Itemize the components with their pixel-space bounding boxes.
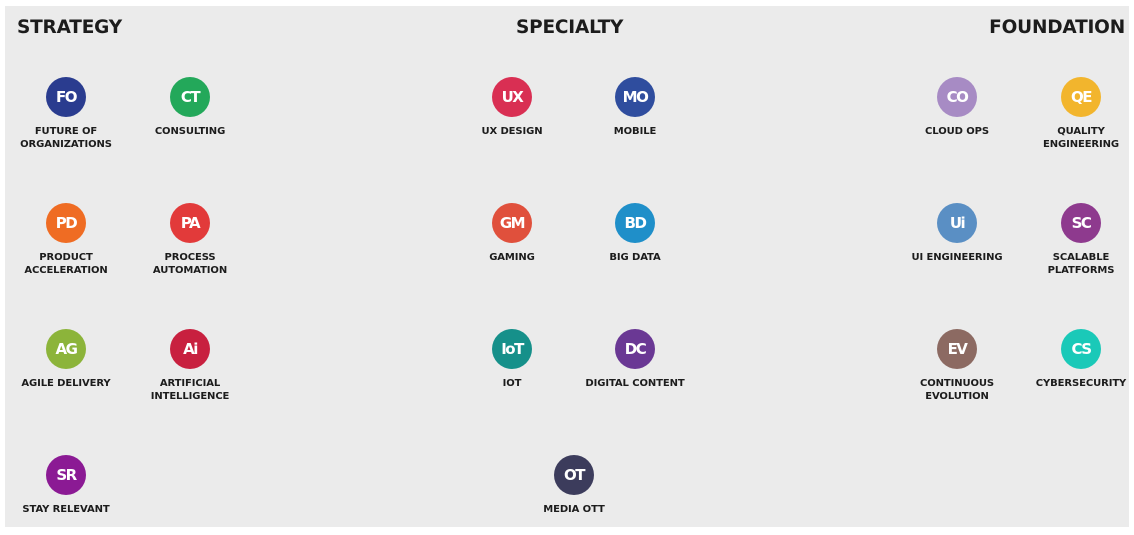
stay-relevant-icon: SR [46, 455, 86, 495]
capability-label: UI ENGINEERING [887, 252, 1027, 265]
label-line-1: UI ENGINEERING [911, 252, 1003, 263]
capability-scalable-platforms[interactable]: SC SCALABLE PLATFORMS [1011, 203, 1134, 283]
big-data-icon: BD [615, 203, 655, 243]
label-line-1: CLOUD OPS [925, 126, 989, 137]
capability-ui-engineering[interactable]: Ui UI ENGINEERING [887, 203, 1027, 283]
capability-label: SCALABLE PLATFORMS [1011, 252, 1134, 277]
capability-label: BIG DATA [565, 252, 705, 265]
strategy-heading: STRATEGY [17, 17, 122, 38]
capability-digital-content[interactable]: DC DIGITAL CONTENT [565, 329, 705, 409]
label-line-2: INTELLIGENCE [150, 390, 230, 402]
label-line-2: AUTOMATION [152, 264, 228, 276]
capability-label: CONTINUOUS EVOLUTION [887, 378, 1027, 403]
capability-label: DIGITAL CONTENT [565, 378, 705, 391]
label-line-1: CONTINUOUS [919, 378, 995, 389]
label-line-1: BIG DATA [609, 252, 661, 263]
consulting-icon: CT [170, 77, 210, 117]
capability-agile-delivery[interactable]: AG AGILE DELIVERY [0, 329, 136, 409]
capability-process-automation[interactable]: PA PROCESS AUTOMATION [120, 203, 260, 283]
capability-consulting[interactable]: CT CONSULTING [120, 77, 260, 157]
cybersecurity-icon: CS [1061, 329, 1101, 369]
ux-design-icon: UX [492, 77, 532, 117]
capability-label: UX DESIGN [442, 126, 582, 139]
capability-stay-relevant[interactable]: SR STAY RELEVANT [0, 455, 136, 535]
label-line-2: PLATFORMS [1047, 264, 1115, 276]
capability-label: CYBERSECURITY [1011, 378, 1134, 391]
label-line-1: AGILE DELIVERY [21, 378, 111, 389]
label-line-1: CYBERSECURITY [1035, 378, 1127, 389]
label-line-2: ORGANIZATIONS [20, 138, 112, 150]
label-line-1: GAMING [489, 252, 535, 263]
capability-gaming[interactable]: GM GAMING [442, 203, 582, 283]
cloud-ops-icon: CO [937, 77, 977, 117]
agile-delivery-icon: AG [46, 329, 86, 369]
capability-quality-engineering[interactable]: QE QUALITY ENGINEERING [1011, 77, 1134, 157]
label-line-1: PROCESS [164, 252, 216, 263]
label-line-1: ARTIFICIAL [159, 378, 221, 389]
label-line-1: MOBILE [613, 126, 657, 137]
future-of-organizations-icon: FO [46, 77, 86, 117]
capability-media-ott[interactable]: OT MEDIA OTT [504, 455, 644, 535]
capability-label: FUTURE OF ORGANIZATIONS [0, 126, 136, 151]
foundation-heading: FOUNDATION [989, 17, 1125, 38]
label-line-1: MEDIA OTT [543, 504, 605, 515]
media-ott-icon: OT [554, 455, 594, 495]
capability-mobile[interactable]: MO MOBILE [565, 77, 705, 157]
specialty-heading: SPECIALTY [516, 17, 624, 38]
label-line-1: CONSULTING [154, 126, 226, 137]
capability-continuous-evolution[interactable]: EV CONTINUOUS EVOLUTION [887, 329, 1027, 409]
scalable-platforms-icon: SC [1061, 203, 1101, 243]
capability-label: STAY RELEVANT [0, 504, 136, 517]
label-line-1: UX DESIGN [481, 126, 543, 137]
iot-icon: IoT [492, 329, 532, 369]
quality-engineering-icon: QE [1061, 77, 1101, 117]
process-automation-icon: PA [170, 203, 210, 243]
capability-label: MOBILE [565, 126, 705, 139]
label-line-2: ENGINEERING [1042, 138, 1120, 150]
capability-big-data[interactable]: BD BIG DATA [565, 203, 705, 283]
digital-content-icon: DC [615, 329, 655, 369]
capability-label: ARTIFICIAL INTELLIGENCE [120, 378, 260, 403]
gaming-icon: GM [492, 203, 532, 243]
ui-engineering-icon: Ui [937, 203, 977, 243]
capability-label: CLOUD OPS [887, 126, 1027, 139]
label-line-1: STAY RELEVANT [22, 504, 110, 515]
capability-artificial-intelligence[interactable]: Ai ARTIFICIAL INTELLIGENCE [120, 329, 260, 409]
label-line-1: FUTURE OF [34, 126, 98, 137]
capability-label: MEDIA OTT [504, 504, 644, 517]
capability-label: IOT [442, 378, 582, 391]
capability-label: AGILE DELIVERY [0, 378, 136, 391]
label-line-1: IOT [502, 378, 522, 389]
label-line-1: QUALITY [1057, 126, 1105, 137]
capability-cybersecurity[interactable]: CS CYBERSECURITY [1011, 329, 1134, 409]
capability-label: PRODUCT ACCELERATION [0, 252, 136, 277]
capability-label: QUALITY ENGINEERING [1011, 126, 1134, 151]
continuous-evolution-icon: EV [937, 329, 977, 369]
label-line-2: ACCELERATION [24, 264, 108, 276]
product-acceleration-icon: PD [46, 203, 86, 243]
capability-label: CONSULTING [120, 126, 260, 139]
label-line-1: DIGITAL CONTENT [585, 378, 685, 389]
capability-ux-design[interactable]: UX UX DESIGN [442, 77, 582, 157]
label-line-2: EVOLUTION [925, 390, 989, 402]
capability-label: PROCESS AUTOMATION [120, 252, 260, 277]
artificial-intelligence-icon: Ai [170, 329, 210, 369]
capability-product-acceleration[interactable]: PD PRODUCT ACCELERATION [0, 203, 136, 283]
label-line-1: SCALABLE [1052, 252, 1110, 263]
capability-cloud-ops[interactable]: CO CLOUD OPS [887, 77, 1027, 157]
capability-future-of-organizations[interactable]: FO FUTURE OF ORGANIZATIONS [0, 77, 136, 157]
capability-iot[interactable]: IoT IOT [442, 329, 582, 409]
label-line-1: PRODUCT [39, 252, 93, 263]
mobile-icon: MO [615, 77, 655, 117]
capability-label: GAMING [442, 252, 582, 265]
